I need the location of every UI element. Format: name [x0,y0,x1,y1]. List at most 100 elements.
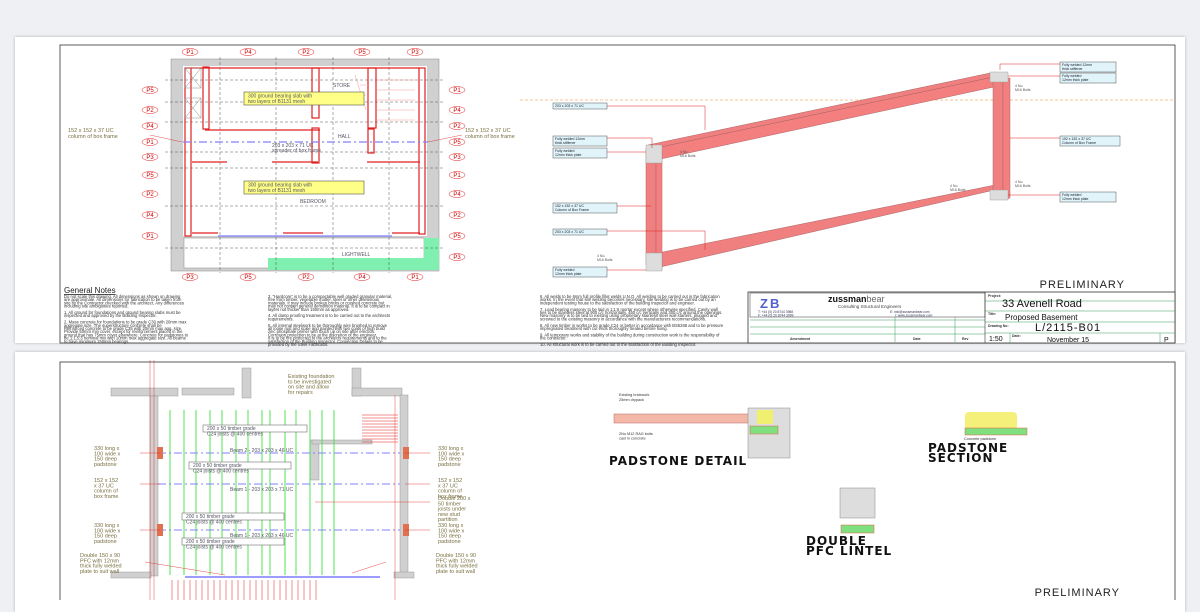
detail-title: SECTION [928,451,994,465]
basement-plan: 300 ground bearing slab with two layers … [68,48,515,281]
pile-label: P5 [453,234,461,240]
bolt-text: M16 Bolts [1015,88,1031,92]
detail-title: PFC LINTEL [806,544,892,558]
frame-callout: Fully welded12mm thick plate [552,147,646,159]
pile-label: P1 [146,234,154,240]
pile-label: P5 [358,50,366,56]
frame-callout: Fully welded12mm thick plate [1008,191,1117,203]
detail-title: PADSTONE DETAIL [609,454,747,468]
drawing-date: November 15 [1047,337,1089,344]
joist-note: C24 joists @ 400 centres [207,431,263,437]
note-line: 9. All temporary works and stability of … [540,332,720,337]
pile-label: P2 [453,124,461,130]
padstone-detail: Existing brickwork 25mm drypack 2No M12 … [609,393,791,468]
note-line: provided by the Steel Fabricator. [268,342,328,347]
spreader-label: spreader of box frame [272,148,321,154]
title-block: ZB zussmanbear Consulting Structural Eng… [747,291,1176,344]
general-notes: General Notes Do not scale this drawing.… [64,286,724,347]
pile-label: P1 [186,50,194,56]
callout-text: 12mm thick plate [1062,78,1089,82]
preliminary-stamp: PRELIMINARY [1035,587,1120,599]
pile-label: P4 [146,213,154,219]
frame-callout: 152 x 152 x 37 UCColumn of Box Frame [552,202,651,214]
title-label: Title: [988,312,996,316]
pile-label: P5 [146,88,154,94]
beam-label: Beam 1 - 203 x 203 x 46 UC [230,533,293,539]
padstone-note: padstone [438,539,461,545]
box-frame-isometric [645,71,1011,272]
pile-label: P1 [453,173,461,179]
detail-label: cast in concrete [619,437,646,441]
column-label-left: column of box frame [68,134,118,140]
joist-note: C24 joists @ 400 centres [186,544,242,550]
pile-label: P4 [146,124,154,130]
pile-label: P2 [146,108,154,114]
revision: P [1164,337,1169,344]
drawing-canvas: 300 ground bearing slab with two layers … [59,44,1176,600]
pile-label: P3 [453,155,461,161]
note-line: inspected and approved by the Building I… [64,313,157,318]
pile-label: P1 [411,275,419,281]
pile-label: P2 [453,213,461,219]
pile-label: P2 [302,275,310,281]
detail-label: Existing brickwork [619,393,649,397]
note-line: the contractor. [540,336,567,341]
padstone-note: padstone [94,539,117,545]
pile-label: P5 [453,140,461,146]
room-label: STORE [333,83,351,89]
frame-callout: Fully welded12mm thick plate [552,266,646,278]
preliminary-stamp: PRELIMINARY [1040,279,1125,291]
drawing-title: Proposed Basement [1005,313,1078,322]
note-line: 10. All structural work is to be carried… [540,342,696,347]
company-tagline: Consulting Structural Engineers [838,304,902,309]
padstone-section: Concrete padstone PADSTONE SECTION [928,412,1028,465]
room-label: HALL [338,134,351,140]
note-line: layers not thicker than 150mm as approve… [268,307,349,312]
pfc-lintel-detail: DOUBLE PFC LINTEL [806,487,892,558]
company-fax: F: +44 (0) 20 8744 3999 [758,314,794,318]
pile-label: P5 [146,173,154,179]
pile-label: P3 [453,255,461,261]
bolt-note: 4 No.M16 Bolts [597,254,613,262]
pile-label: P3 [146,155,154,161]
callout-text: 12mm thick plate [555,272,582,276]
bolt-text: M16 Bolts [680,154,696,158]
pile-label: P2 [302,50,310,56]
project-label: Project: [988,294,1001,298]
frame-callout: Fully welded 12mmthick stiffener [999,61,1117,73]
logo-mark: ZB [760,296,781,311]
joist-note: C24 joists @ 400 centres [186,519,242,525]
scale: 1:50 [989,336,1003,343]
lintel-note: plate to suit wall [436,569,475,575]
detail-label: 25mm drypack [619,398,644,402]
pile-label: P4 [453,108,461,114]
room-label: BEDROOM [300,199,326,205]
lintel-note: plate to suit wall [80,569,119,575]
callout-text: thick stiffener [1062,67,1083,71]
padstone-note: padstone [94,462,117,468]
sheet-border [59,361,1176,600]
beam-label: Beam 1 - 203 x 203 x 71 UC [230,487,293,493]
note-line: requirements. [268,316,294,321]
bolt-note: 4 No.M16 Bolts [1015,180,1031,188]
pile-label: P4 [358,275,366,281]
frame-callout: 203 x 203 x 71 UC [552,102,706,130]
pile-label: P3 [186,275,194,281]
drawing-no-label: Drawing No: [988,324,1009,328]
column-label-right: column of box frame [465,134,515,140]
note-line: independent testing house to the satisfa… [540,300,695,305]
note-line: including site ambiguities reported. [64,304,128,309]
pile-label: P1 [453,88,461,94]
callout-text: 12mm thick plate [1062,197,1089,201]
callout-text: Column of Box Frame [555,208,589,212]
joist-note: C24 joists @ 400 centres [193,468,249,474]
note-line: to have minimum 150mm bearings. [64,339,129,344]
note-line: impregnated treatment with cut ends thor… [540,326,668,331]
slab-note-line: two layers of B1131 mesh [248,188,305,194]
pile-label: P2 [146,192,154,198]
detail-label: 2No M12 RAG bolts [619,432,653,436]
pile-label: P3 [411,50,419,56]
callout-text: 203 x 203 x 71 UC [555,230,584,234]
bolt-text: M16 Bolts [597,258,613,262]
pile-label: P1 [146,140,154,146]
